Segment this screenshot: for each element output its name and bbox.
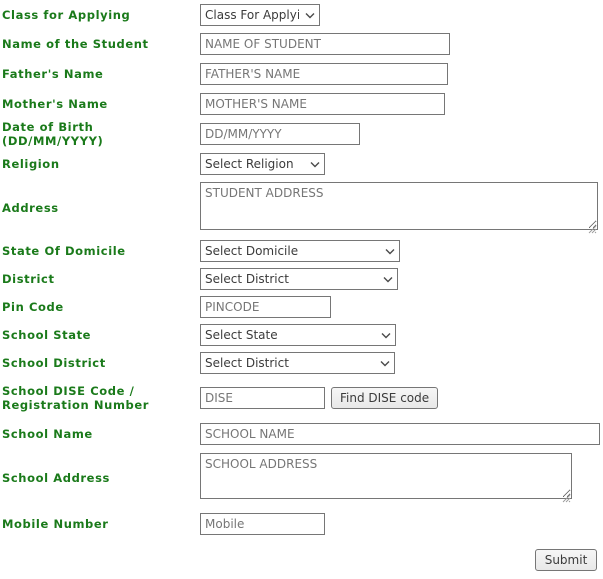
form-row-father-name: Father's Name (0, 59, 603, 89)
form-row-school-state: School State Select State (0, 321, 603, 349)
submit-button[interactable]: Submit (535, 549, 597, 571)
input-school-dise-code[interactable] (200, 386, 325, 409)
select-district[interactable]: Select District (200, 268, 398, 290)
input-pin-code[interactable] (200, 296, 331, 318)
input-school-name[interactable] (200, 422, 600, 445)
form-row-district: District Select District (0, 265, 603, 293)
label-state-of-domicile: State Of Domicile (2, 244, 126, 258)
select-wrap-school-state: Select State (200, 324, 396, 346)
input-father-name[interactable] (200, 63, 448, 85)
label-school-district: School District (2, 356, 106, 370)
input-mobile-number[interactable] (200, 513, 325, 535)
label-school-dise-code: School DISE Code / Registration Number (2, 383, 150, 412)
label-mother-name: Mother's Name (2, 97, 108, 111)
textarea-student-address[interactable] (200, 181, 598, 230)
form-row-pin-code: Pin Code (0, 293, 603, 321)
submit-row: Submit (0, 549, 603, 571)
control-district: Select District (200, 268, 603, 290)
label-student-name: Name of the Student (2, 37, 149, 51)
label-pin-code: Pin Code (2, 300, 64, 314)
select-wrap-religion: Select Religion (200, 152, 325, 175)
select-wrap-class-for-applying: Class For Applying (200, 3, 320, 26)
textarea-wrap-student-address (200, 181, 598, 234)
control-pin-code (200, 296, 603, 318)
find-dise-code-button[interactable]: Find DISE code (331, 386, 439, 409)
select-school-state[interactable]: Select State (200, 324, 396, 346)
textarea-wrap-school-address (200, 453, 572, 503)
form-row-student-address: Address (0, 178, 603, 237)
input-student-name[interactable] (200, 33, 450, 55)
form-row-date-of-birth: Date of Birth (DD/MM/YYYY) (0, 119, 603, 149)
label-school-state: School State (2, 328, 92, 342)
label-mobile-number: Mobile Number (2, 517, 109, 531)
control-religion: Select Religion (200, 152, 603, 175)
select-class-for-applying[interactable]: Class For Applying (200, 3, 320, 26)
label-school-name: School Name (2, 426, 93, 441)
form-row-school-district: School District Select District (0, 349, 603, 377)
label-father-name: Father's Name (2, 67, 104, 81)
control-state-of-domicile: Select Domicile (200, 240, 603, 262)
control-school-district: Select District (200, 352, 603, 374)
input-mother-name[interactable] (200, 93, 445, 115)
select-wrap-district: Select District (200, 268, 398, 290)
control-school-name (200, 422, 603, 445)
label-class-for-applying: Class for Applying (2, 7, 131, 22)
form-row-school-name: School Name (0, 418, 603, 449)
control-date-of-birth (200, 123, 603, 145)
control-mobile-number (200, 513, 603, 535)
form-row-school-dise-code: School DISE Code / Registration Number F… (0, 377, 603, 418)
form-row-mother-name: Mother's Name (0, 89, 603, 119)
control-student-address (200, 181, 603, 234)
form-row-school-address: School Address (0, 449, 603, 507)
dise-input-group: Find DISE code (200, 386, 603, 409)
label-date-of-birth: Date of Birth (DD/MM/YYYY) (2, 120, 104, 148)
control-student-name (200, 33, 603, 55)
label-religion: Religion (2, 156, 60, 171)
select-wrap-state-of-domicile: Select Domicile (200, 240, 400, 262)
input-date-of-birth[interactable] (200, 123, 360, 145)
select-state-of-domicile[interactable]: Select Domicile (200, 240, 400, 262)
control-father-name (200, 63, 603, 85)
form-row-submit: Submit (0, 541, 603, 579)
student-registration-form: Class for Applying Class For Applying Na… (0, 0, 603, 579)
label-school-address: School Address (2, 471, 110, 485)
control-school-address (200, 453, 603, 503)
control-mother-name (200, 93, 603, 115)
label-district: District (2, 272, 55, 286)
form-row-class-for-applying: Class for Applying Class For Applying (0, 0, 603, 29)
label-student-address: Address (2, 200, 59, 215)
select-wrap-school-district: Select District (200, 352, 395, 374)
form-row-student-name: Name of the Student (0, 29, 603, 59)
control-school-state: Select State (200, 324, 603, 346)
control-school-dise-code: Find DISE code (200, 386, 603, 409)
form-row-mobile-number: Mobile Number (0, 507, 603, 541)
textarea-school-address[interactable] (200, 453, 572, 499)
form-row-religion: Religion Select Religion (0, 149, 603, 178)
select-school-district[interactable]: Select District (200, 352, 395, 374)
form-row-state-of-domicile: State Of Domicile Select Domicile (0, 237, 603, 265)
select-religion[interactable]: Select Religion (200, 152, 325, 175)
control-class-for-applying: Class For Applying (200, 3, 603, 26)
